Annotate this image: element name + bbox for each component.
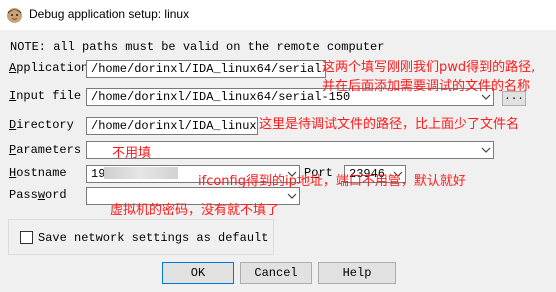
directory-label: Directory — [9, 118, 74, 132]
help-button[interactable]: Help — [318, 262, 396, 284]
hostname-redaction — [104, 167, 178, 179]
input-file-value: /home/dorinxl/IDA_linux64/serial-150 — [91, 90, 351, 104]
annotation-password: 虚拟机的密码，没有就不填了 — [110, 203, 280, 218]
application-value: /home/dorinxl/IDA_linux64/serial-150 — [91, 62, 326, 76]
annotation-application-line1: 这两个填写刚刚我们pwd得到的路径, — [322, 60, 536, 75]
parameters-label: Parameters — [9, 143, 82, 157]
browse-button[interactable]: ... — [502, 91, 526, 106]
ok-button[interactable]: OK — [162, 262, 234, 284]
annotation-directory: 这里是待调试文件的路径，比上面少了文件名 — [259, 117, 520, 132]
application-label: Application — [9, 61, 89, 75]
hostname-label: Hostname — [9, 166, 67, 180]
save-settings-label: Save network settings as default — [38, 231, 269, 245]
application-field[interactable]: /home/dorinxl/IDA_linux64/serial-150 — [86, 60, 326, 78]
input-file-label: Input file — [9, 89, 82, 103]
password-label: Password — [9, 188, 67, 202]
directory-field[interactable]: /home/dorinxl/IDA_linux64 — [86, 117, 258, 135]
password-dropdown-icon[interactable] — [285, 188, 299, 204]
cancel-button[interactable]: Cancel — [240, 262, 312, 284]
note-text: NOTE: all paths must be valid on the rem… — [10, 40, 385, 54]
title-bar: Debug application setup: linux — [0, 0, 556, 30]
ida-app-icon — [6, 7, 23, 24]
annotation-parameters: 不用填 — [112, 146, 152, 161]
window-title: Debug application setup: linux — [29, 7, 190, 21]
directory-value: /home/dorinxl/IDA_linux64 — [91, 119, 258, 133]
save-settings-checkbox[interactable] — [20, 231, 33, 244]
parameters-dropdown-icon[interactable] — [479, 142, 493, 158]
annotation-application-line2: 并在后面添加需要调试的文件的名称 — [322, 79, 531, 94]
